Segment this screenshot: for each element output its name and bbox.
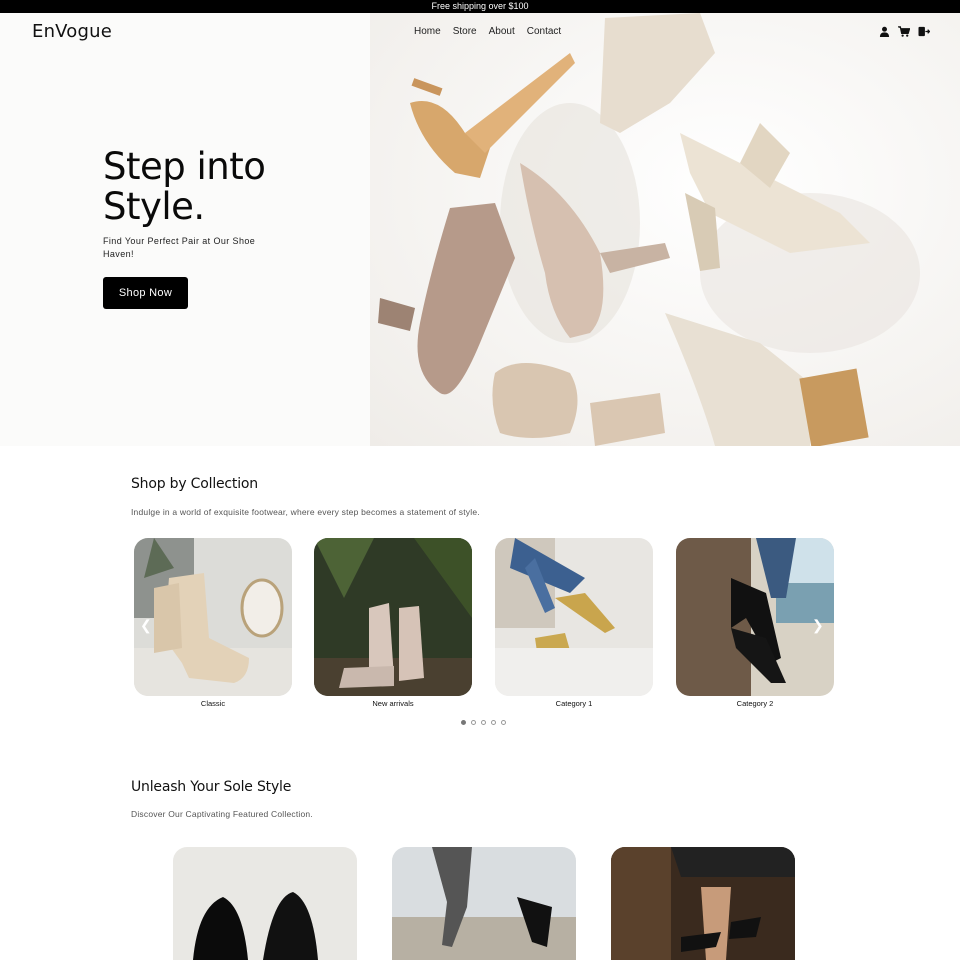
- featured-card-2[interactable]: [392, 847, 576, 960]
- collection-card-new-arrivals[interactable]: [314, 538, 472, 696]
- collection-subtitle: Indulge in a world of exquisite footwear…: [131, 507, 480, 517]
- logout-icon[interactable]: [918, 26, 930, 37]
- collection-title: Shop by Collection: [131, 476, 258, 492]
- nav-about[interactable]: About: [489, 26, 515, 37]
- collection-card-category-2[interactable]: [676, 538, 834, 696]
- featured-subtitle: Discover Our Captivating Featured Collec…: [131, 809, 313, 819]
- shop-now-button[interactable]: Shop Now: [103, 277, 188, 309]
- collection-card-category-1[interactable]: [495, 538, 653, 696]
- hero-subtitle: Find Your Perfect Pair at Our Shoe Haven…: [103, 236, 256, 259]
- cart-icon[interactable]: [898, 26, 910, 37]
- hero-title-line2: Style.: [103, 185, 205, 228]
- site-header: EnVogue Home Store About Contact: [0, 13, 960, 51]
- logo[interactable]: EnVogue: [32, 21, 112, 42]
- main-nav: Home Store About Contact: [414, 26, 561, 37]
- carousel-dots: [461, 720, 506, 725]
- hero-title: Step into Style.: [103, 147, 363, 227]
- featured-title: Unleash Your Sole Style: [131, 779, 292, 795]
- collection-label-category-1: Category 1: [555, 699, 593, 708]
- carousel-dot-3[interactable]: [481, 720, 486, 725]
- chevron-left-icon[interactable]: ❮: [140, 617, 152, 634]
- carousel-dot-1[interactable]: [461, 720, 466, 725]
- carousel-dot-2[interactable]: [471, 720, 476, 725]
- hero-title-line1: Step into: [103, 145, 266, 188]
- announcement-bar: Free shipping over $100: [0, 0, 960, 13]
- nav-home[interactable]: Home: [414, 26, 441, 37]
- hero-section: Step into Style. Find Your Perfect Pair …: [0, 13, 960, 446]
- collection-label-classic: Classic: [200, 699, 226, 708]
- user-icon[interactable]: [879, 26, 890, 37]
- header-icons: [879, 26, 930, 37]
- carousel-dot-5[interactable]: [501, 720, 506, 725]
- carousel-dot-4[interactable]: [491, 720, 496, 725]
- collection-label-new-arrivals: New arrivals: [372, 699, 414, 708]
- hero-shoes-image: [370, 13, 960, 446]
- nav-store[interactable]: Store: [453, 26, 477, 37]
- nav-contact[interactable]: Contact: [527, 26, 561, 37]
- featured-card-3[interactable]: [611, 847, 795, 960]
- collection-label-category-2: Category 2: [736, 699, 774, 708]
- collection-card-classic[interactable]: [134, 538, 292, 696]
- featured-card-1[interactable]: [173, 847, 357, 960]
- chevron-right-icon[interactable]: ❯: [812, 617, 824, 634]
